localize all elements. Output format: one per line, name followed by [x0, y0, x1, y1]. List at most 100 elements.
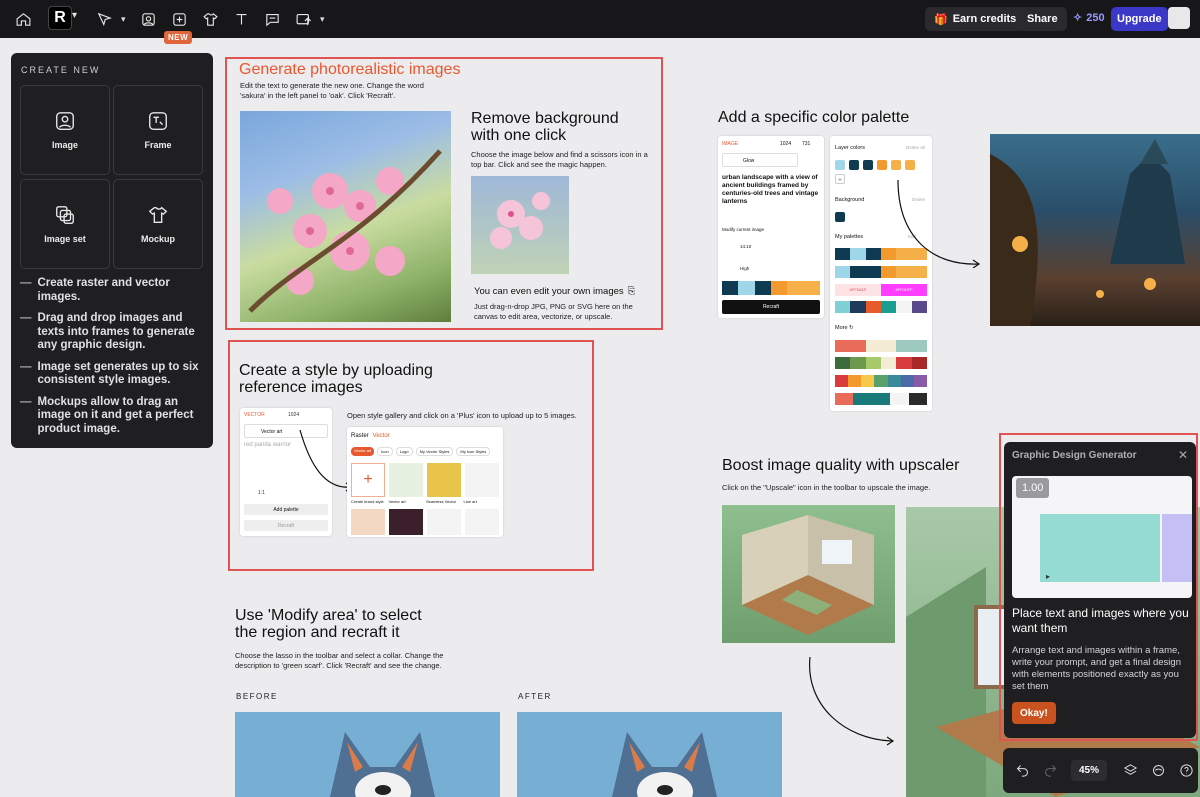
tool-group: ▾ ▾ — [90, 5, 330, 33]
image-tool-icon[interactable] — [134, 5, 162, 33]
tab-raster[interactable]: Raster — [351, 433, 369, 439]
mini-recraft-button[interactable]: Recraft — [722, 300, 820, 314]
logo-icon[interactable]: R — [48, 6, 72, 30]
help-icon[interactable] — [1174, 759, 1198, 783]
avatar[interactable] — [1168, 7, 1190, 29]
swatch[interactable] — [905, 160, 915, 170]
upgrade-button[interactable]: Upgrade — [1111, 7, 1168, 31]
photoreal-desc[interactable]: Edit the text to generate the new one. C… — [240, 81, 445, 101]
upscaler-title[interactable]: Boost image quality with upscaler — [722, 457, 959, 474]
create-frame-tile[interactable]: Frame — [113, 85, 203, 175]
chip[interactable]: Logo — [395, 447, 413, 456]
modify-desc[interactable]: Choose the lasso in the toolbar and sele… — [235, 651, 450, 671]
after-image[interactable] — [517, 712, 782, 797]
gallery-cell[interactable] — [427, 463, 461, 497]
panel-title: CREATE NEW — [21, 65, 101, 75]
create-image-tile[interactable]: Image — [20, 85, 110, 175]
upscaler-desc[interactable]: Click on the "Upscale" icon in the toolb… — [722, 483, 982, 493]
palette-row[interactable] — [835, 393, 928, 405]
palette-result-image[interactable] — [990, 134, 1200, 326]
chip[interactable]: My Icon Styles — [456, 447, 491, 456]
mini-palette-strip[interactable] — [722, 281, 820, 295]
hex-chip[interactable]: #FF3DFF — [881, 284, 927, 296]
frame-tool-icon[interactable] — [165, 5, 193, 33]
arrow-icon — [809, 656, 895, 746]
list-item: — Create raster and vector images. — [20, 277, 208, 304]
palette-mini-panel[interactable]: IMAGE 1024 731 Glow urban landscape with… — [718, 136, 824, 318]
delete-all-link[interactable]: Delete all — [906, 145, 925, 150]
text-tool-icon[interactable] — [227, 5, 255, 33]
layers-icon[interactable] — [1118, 759, 1142, 783]
swatch[interactable] — [835, 212, 845, 222]
image-set-icon — [56, 206, 74, 224]
style-gallery[interactable]: Raster Vector Vector art Icon Logo My Ve… — [347, 427, 503, 537]
photoreal-title[interactable]: Generate photorealistic images — [239, 61, 460, 79]
credits-counter[interactable]: ✧ 250 — [1073, 11, 1105, 25]
tile-label: Frame — [144, 140, 172, 150]
palette-row[interactable] — [835, 340, 927, 352]
more-label[interactable]: More ↻ — [835, 325, 854, 331]
add-color-icon[interactable]: + — [835, 174, 845, 184]
close-icon[interactable]: ✕ — [1178, 448, 1188, 462]
share-button[interactable]: Share — [1018, 7, 1067, 31]
swatch[interactable] — [891, 160, 901, 170]
remove-bg-title[interactable]: Remove background with one click — [471, 110, 641, 144]
palette-row[interactable] — [835, 375, 927, 387]
gallery-cell[interactable] — [389, 463, 423, 497]
comment-tool-icon[interactable] — [258, 5, 286, 33]
swatch[interactable] — [835, 160, 845, 170]
zoom-level[interactable]: 45% — [1071, 760, 1108, 781]
mini-style-select[interactable]: Glow — [722, 153, 798, 167]
palette-row[interactable] — [835, 301, 927, 313]
mini-prompt[interactable]: red panda warrior — [244, 442, 291, 448]
plus-icon[interactable]: + — [351, 463, 385, 497]
okay-button[interactable]: Okay! — [1012, 702, 1056, 724]
gallery-cell[interactable] — [427, 509, 461, 535]
palette-row[interactable]: #FF5A1F #FF3DFF — [835, 284, 927, 296]
gallery-cell[interactable] — [351, 509, 385, 535]
community-icon[interactable] — [1146, 759, 1170, 783]
mini-recraft-button[interactable]: Recraft — [244, 520, 328, 531]
chevron-down-icon[interactable]: ▾ — [121, 5, 131, 33]
sakura-photo[interactable] — [240, 111, 451, 322]
chip[interactable]: Icon — [377, 447, 393, 456]
mini-recraft-label: Recraft — [277, 523, 295, 529]
select-tool-icon[interactable] — [90, 5, 118, 33]
chevron-down-icon[interactable]: ▾ — [320, 5, 330, 33]
edit-own-desc[interactable]: Just drag-n-drop JPG, PNG or SVG here on… — [474, 302, 649, 322]
earn-credits-button[interactable]: 🎁 Earn credits — [925, 7, 1026, 31]
palette-row[interactable] — [835, 357, 927, 369]
redo-icon[interactable] — [1038, 759, 1062, 783]
before-image[interactable] — [235, 712, 500, 797]
home-icon[interactable] — [9, 5, 37, 33]
room-small-image[interactable] — [722, 505, 895, 643]
swatch[interactable] — [863, 160, 873, 170]
swatch[interactable] — [877, 160, 887, 170]
remove-bg-photo[interactable] — [471, 176, 569, 274]
add-palette-button[interactable]: Add palette — [244, 504, 328, 515]
swatch[interactable] — [849, 160, 859, 170]
mockup-tool-icon[interactable] — [196, 5, 224, 33]
gallery-cell[interactable] — [465, 463, 499, 497]
create-image-set-tile[interactable]: Image set — [20, 179, 110, 269]
tab-vector[interactable]: Vector — [373, 433, 390, 439]
bullet-text: Image set generates up to six consistent… — [37, 360, 199, 387]
remove-bg-desc[interactable]: Choose the image below and find a scisso… — [471, 150, 651, 170]
gallery-cell[interactable] — [389, 509, 423, 535]
chip[interactable]: My Vector Styles — [415, 447, 454, 456]
modify-title[interactable]: Use 'Modify area' to select the region a… — [235, 607, 435, 641]
gallery-cell[interactable] — [465, 509, 499, 535]
palette-title[interactable]: Add a specific color palette — [718, 109, 909, 126]
mini-prompt[interactable]: urban landscape with a view of ancient b… — [722, 174, 820, 206]
gallery-captions: Create brand style Vector art Seamless V… — [351, 499, 501, 504]
image-icon — [56, 112, 74, 130]
undo-icon[interactable] — [1010, 759, 1034, 783]
edit-own-title[interactable]: You can even edit your own images ⎘ — [474, 286, 635, 297]
upload-tool-icon[interactable] — [289, 5, 317, 33]
chip[interactable]: Vector art — [351, 447, 375, 456]
style-desc[interactable]: Open style gallery and click on a 'Plus'… — [347, 411, 587, 421]
chevron-down-icon[interactable]: ▾ — [72, 10, 77, 21]
create-mockup-tile[interactable]: Mockup — [113, 179, 203, 269]
hex-chip[interactable]: #FF5A1F — [835, 284, 881, 296]
style-title[interactable]: Create a style by uploading reference im… — [239, 362, 439, 396]
